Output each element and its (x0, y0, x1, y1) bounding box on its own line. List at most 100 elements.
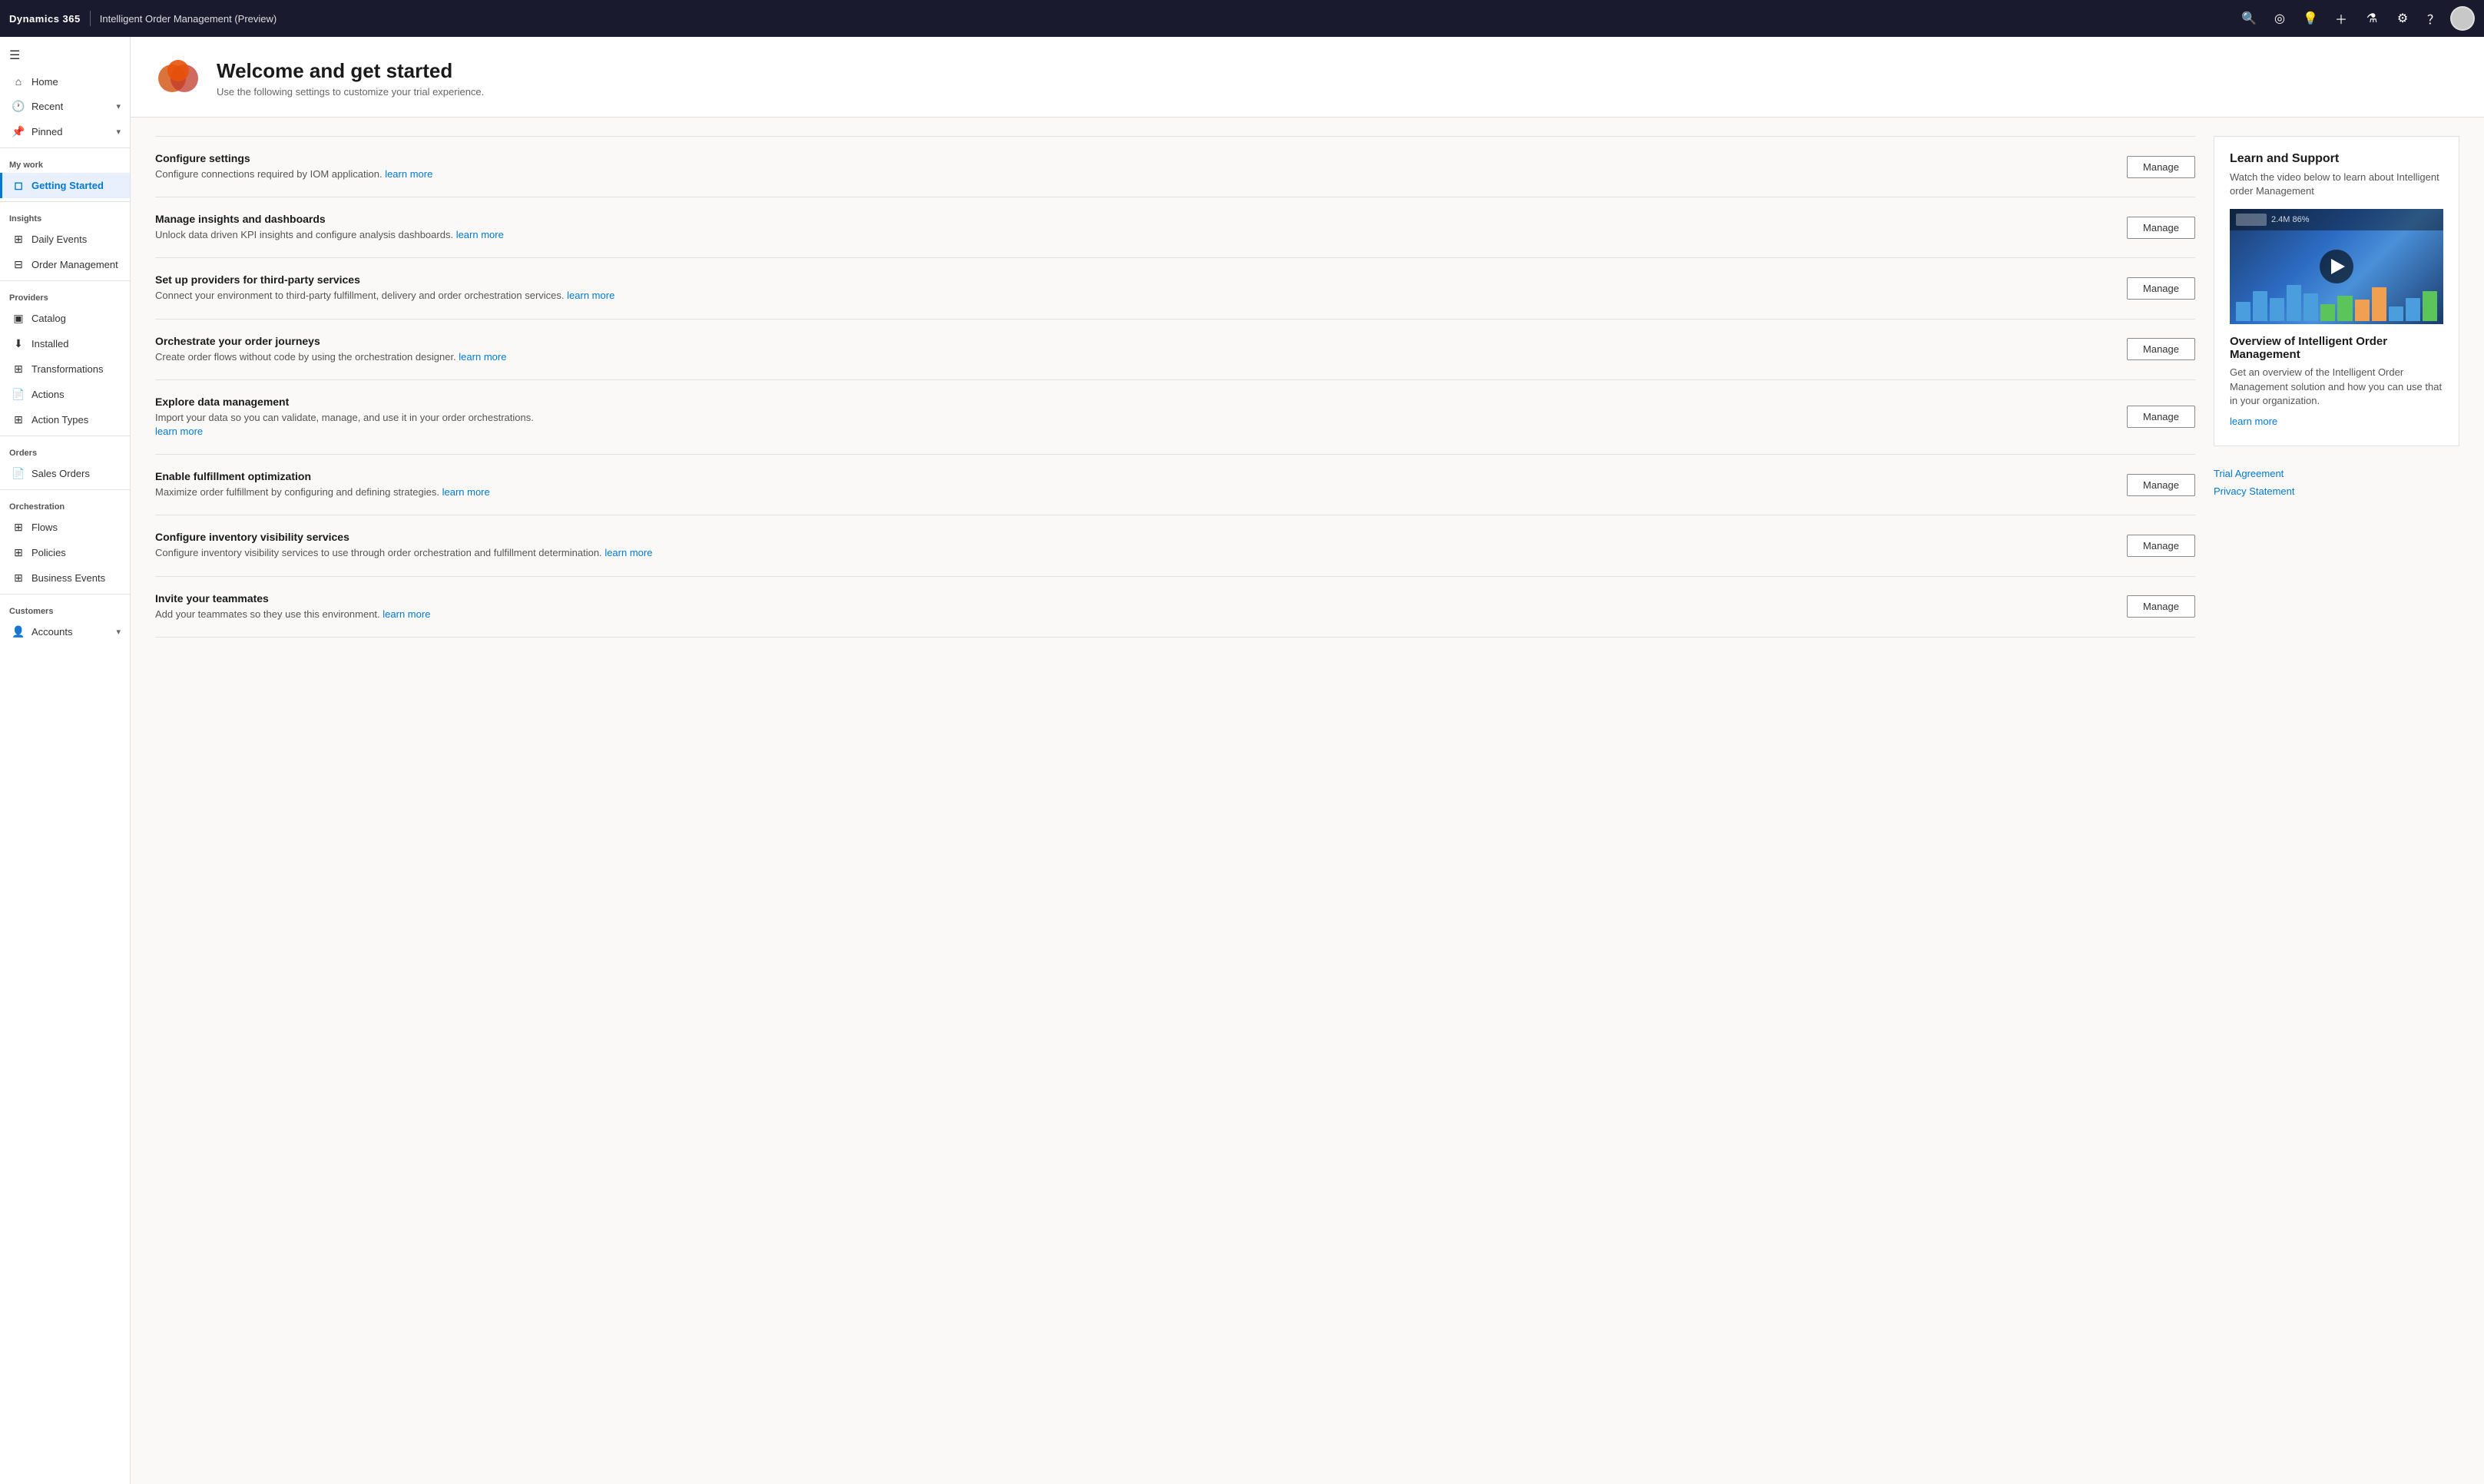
gs-item-text: Explore data management Import your data… (155, 396, 2108, 439)
page-header-text: Welcome and get started Use the followin… (217, 59, 484, 98)
sidebar-item-sales-orders[interactable]: 📄 Sales Orders (0, 461, 130, 486)
hamburger-button[interactable]: ☰ (0, 37, 130, 69)
sidebar-item-label: Home (31, 76, 58, 88)
sidebar-item-actions[interactable]: 📄 Actions (0, 382, 130, 407)
sidebar-item-home[interactable]: ⌂ Home (0, 69, 130, 94)
gs-item-desc: Maximize order fulfillment by configurin… (155, 485, 2108, 499)
manage-button-5[interactable]: Manage (2127, 474, 2195, 496)
gs-item-invite-teammates: Invite your teammates Add your teammates… (155, 577, 2195, 638)
lightbulb-button[interactable]: 💡 (2297, 5, 2324, 32)
gs-item-desc: Create order flows without code by using… (155, 350, 2108, 364)
vid-badge (2236, 214, 2267, 226)
chart-bar (2337, 296, 2352, 322)
actions-icon: 📄 (12, 388, 25, 401)
gs-item-text: Configure inventory visibility services … (155, 531, 2108, 560)
support-card: Learn and Support Watch the video below … (2214, 136, 2459, 446)
vid-stats: 2.4M 86% (2271, 215, 2310, 224)
learn-more-link[interactable]: learn more (459, 351, 506, 363)
sidebar-item-policies[interactable]: ⊞ Policies (0, 540, 130, 565)
page-subtitle: Use the following settings to customize … (217, 86, 484, 98)
sidebar-item-order-management[interactable]: ⊟ Order Management (0, 252, 130, 277)
sidebar-item-label: Flows (31, 522, 58, 533)
learn-more-link[interactable]: learn more (383, 608, 430, 620)
sidebar-divider-5 (0, 489, 130, 490)
video-chart-bars (2230, 278, 2443, 324)
gs-item-setup-providers: Set up providers for third-party service… (155, 258, 2195, 319)
learn-more-link[interactable]: learn more (385, 168, 432, 180)
sidebar-item-daily-events[interactable]: ⊞ Daily Events (0, 227, 130, 252)
gs-item-title: Explore data management (155, 396, 2108, 408)
manage-button-1[interactable]: Manage (2127, 217, 2195, 239)
filter-button[interactable]: ⚗ (2358, 5, 2386, 32)
transformations-icon: ⊞ (12, 363, 25, 376)
sidebar-item-catalog[interactable]: ▣ Catalog (0, 306, 130, 331)
gs-item-title: Manage insights and dashboards (155, 213, 2108, 225)
gs-item-desc: Add your teammates so they use this envi… (155, 608, 2108, 621)
sidebar-item-recent[interactable]: 🕐 Recent ▾ (0, 94, 130, 119)
right-panel: Learn and Support Watch the video below … (2214, 136, 2459, 638)
learn-more-link[interactable]: learn more (456, 229, 504, 240)
learn-more-link[interactable]: learn more (155, 426, 203, 437)
settings-button[interactable]: ⚙ (2389, 5, 2416, 32)
gs-item-text: Manage insights and dashboards Unlock da… (155, 213, 2108, 242)
sidebar-item-action-types[interactable]: ⊞ Action Types (0, 407, 130, 432)
sidebar-section-my-work: My work (0, 151, 130, 173)
manage-button-3[interactable]: Manage (2127, 338, 2195, 360)
gs-item-title: Configure inventory visibility services (155, 531, 2108, 543)
manage-button-0[interactable]: Manage (2127, 156, 2195, 178)
chevron-down-icon: ▾ (116, 627, 121, 637)
chart-bar (2389, 306, 2403, 322)
recent-icon: 🕐 (12, 100, 25, 113)
manage-button-6[interactable]: Manage (2127, 535, 2195, 557)
sidebar-item-getting-started[interactable]: ◻ Getting Started (0, 173, 130, 198)
installed-icon: ⬇ (12, 337, 25, 350)
sidebar-item-label: Sales Orders (31, 468, 90, 479)
learn-more-link[interactable]: learn more (567, 290, 614, 301)
chart-bar (2423, 291, 2437, 321)
gs-item-orchestrate-journeys: Orchestrate your order journeys Create o… (155, 320, 2195, 380)
chart-bar (2270, 298, 2284, 322)
sidebar-item-label: Getting Started (31, 180, 104, 191)
sales-orders-icon: 📄 (12, 467, 25, 480)
sidebar-item-pinned[interactable]: 📌 Pinned ▾ (0, 119, 130, 144)
trial-agreement-link[interactable]: Trial Agreement (2214, 468, 2459, 479)
manage-button-2[interactable]: Manage (2127, 277, 2195, 300)
sidebar-item-installed[interactable]: ⬇ Installed (0, 331, 130, 356)
content-area: Welcome and get started Use the followin… (131, 37, 2484, 1484)
sidebar-item-label: Order Management (31, 259, 118, 270)
gs-item-desc: Import your data so you can validate, ma… (155, 411, 2108, 439)
learn-more-link[interactable]: learn more (604, 547, 652, 558)
policies-icon: ⊞ (12, 546, 25, 559)
topbar-app-name: Intelligent Order Management (Preview) (100, 13, 277, 25)
video-title: Overview of Intelligent Order Management (2230, 335, 2443, 361)
user-avatar[interactable] (2450, 6, 2475, 31)
manage-button-4[interactable]: Manage (2127, 406, 2195, 428)
learn-more-link[interactable]: learn more (442, 486, 490, 498)
support-card-desc: Watch the video below to learn about Int… (2230, 171, 2443, 198)
sidebar-item-accounts[interactable]: 👤 Accounts ▾ (0, 619, 130, 644)
privacy-statement-link[interactable]: Privacy Statement (2214, 485, 2459, 497)
gs-item-title: Orchestrate your order journeys (155, 335, 2108, 347)
gs-item-title: Enable fulfillment optimization (155, 470, 2108, 482)
sidebar-item-business-events[interactable]: ⊞ Business Events (0, 565, 130, 591)
video-learn-more-link[interactable]: learn more (2230, 416, 2443, 427)
gs-item-configure-settings: Configure settings Configure connections… (155, 136, 2195, 197)
search-button[interactable]: 🔍 (2235, 5, 2263, 32)
gs-item-title: Invite your teammates (155, 592, 2108, 605)
page-title: Welcome and get started (217, 59, 484, 83)
topbar-divider (90, 11, 91, 26)
sidebar-section-insights: Insights (0, 205, 130, 227)
copilot-button[interactable]: ◎ (2266, 5, 2294, 32)
sidebar-section-providers: Providers (0, 284, 130, 306)
help-button[interactable]: ？ (2419, 5, 2447, 32)
manage-button-7[interactable]: Manage (2127, 595, 2195, 618)
sidebar-item-label: Actions (31, 389, 65, 400)
content-body: Configure settings Configure connections… (131, 118, 2484, 656)
sidebar-item-flows[interactable]: ⊞ Flows (0, 515, 130, 540)
sidebar-item-transformations[interactable]: ⊞ Transformations (0, 356, 130, 382)
chart-bar (2320, 304, 2335, 321)
video-thumbnail[interactable]: 2.4M 86% (2230, 209, 2443, 324)
chevron-down-icon: ▾ (116, 127, 121, 137)
add-button[interactable]: ＋ (2327, 5, 2355, 32)
action-types-icon: ⊞ (12, 413, 25, 426)
